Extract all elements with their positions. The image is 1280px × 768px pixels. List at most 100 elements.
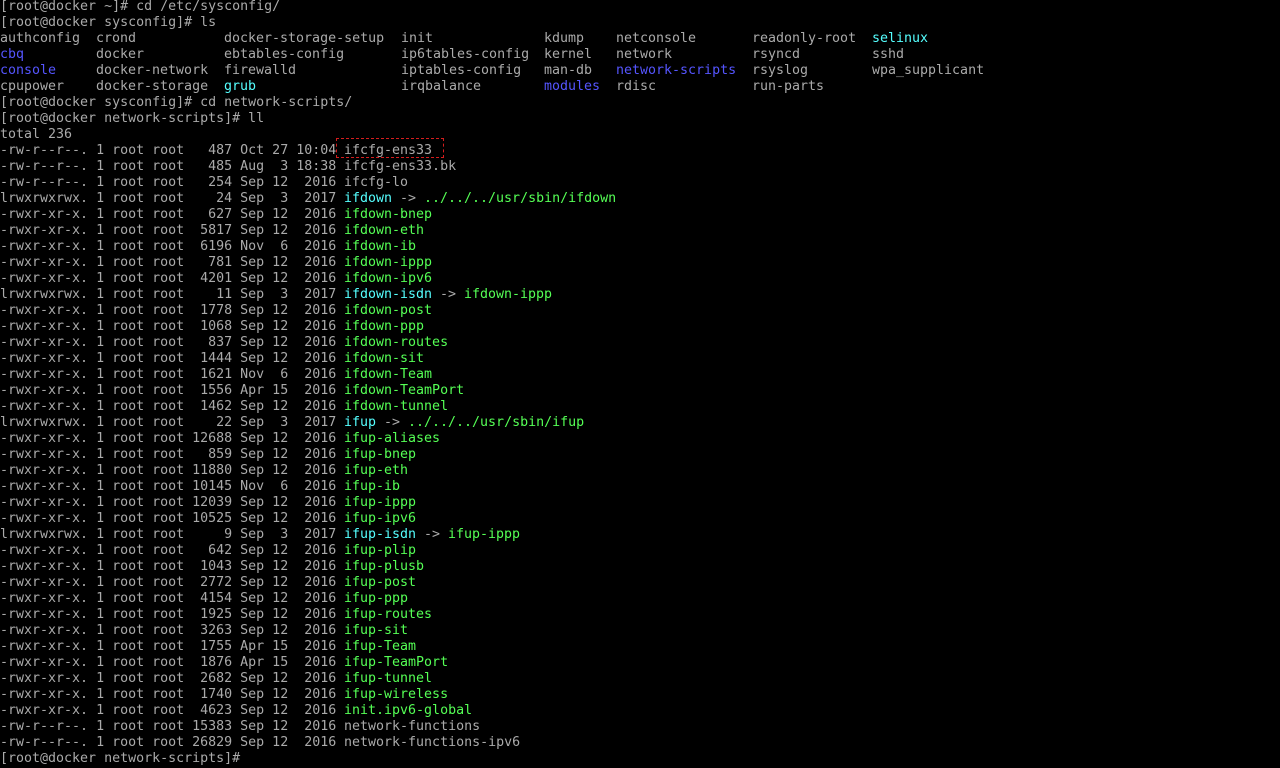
terminal-line: -rw-r--r--. 1 root root 15383 Sep 12 201… bbox=[0, 719, 1280, 735]
output-text: kernel bbox=[544, 47, 593, 62]
terminal-line: -rwxr-xr-x. 1 root root 2772 Sep 12 2016… bbox=[0, 575, 1280, 591]
output-text: -rwxr-xr-x. 1 root root 4623 Sep 12 2016 bbox=[0, 703, 345, 718]
executable-name: ifdown-post bbox=[344, 303, 433, 318]
output-text: iptables-config bbox=[401, 63, 522, 78]
output-text: -rwxr-xr-x. 1 root root 627 Sep 12 2016 bbox=[0, 207, 345, 222]
output-text: init bbox=[401, 31, 434, 46]
executable-name: ifup-ipv6 bbox=[344, 511, 417, 526]
output-text: ebtables-config bbox=[224, 47, 345, 62]
executable-name: ifdown-eth bbox=[344, 223, 425, 238]
executable-name: ifup-wireless bbox=[344, 687, 449, 702]
terminal-line: -rw-r--r--. 1 root root 254 Sep 12 2016 … bbox=[0, 175, 1280, 191]
executable-name: ifup-bnep bbox=[344, 447, 417, 462]
directory-name: console bbox=[0, 63, 57, 78]
output-text: readonly-root bbox=[752, 31, 857, 46]
terminal-line: -rwxr-xr-x. 1 root root 2682 Sep 12 2016… bbox=[0, 671, 1280, 687]
terminal-line: -rwxr-xr-x. 1 root root 1755 Apr 15 2016… bbox=[0, 639, 1280, 655]
output-text: -rwxr-xr-x. 1 root root 2772 Sep 12 2016 bbox=[0, 575, 345, 590]
output-text: -rwxr-xr-x. 1 root root 10145 Nov 6 2016 bbox=[0, 479, 345, 494]
executable-name: ifup-eth bbox=[344, 463, 409, 478]
executable-name: ifup-ippp bbox=[448, 527, 521, 542]
executable-name: ifdown-ippp bbox=[344, 255, 433, 270]
terminal-line: -rwxr-xr-x. 1 root root 12039 Sep 12 201… bbox=[0, 495, 1280, 511]
output-text: -rwxr-xr-x. 1 root root 1755 Apr 15 2016 bbox=[0, 639, 345, 654]
executable-name: ifup-plusb bbox=[344, 559, 425, 574]
terminal-line: -rwxr-xr-x. 1 root root 1925 Sep 12 2016… bbox=[0, 607, 1280, 623]
executable-name: ../../../usr/sbin/ifdown bbox=[424, 191, 617, 206]
executable-name: ifdown-ib bbox=[344, 239, 417, 254]
terminal-line: -rwxr-xr-x. 1 root root 1778 Sep 12 2016… bbox=[0, 303, 1280, 319]
terminal-window[interactable]: [root@docker ~]# cd /etc/sysconfig/[root… bbox=[0, 0, 1280, 768]
terminal-line: -rwxr-xr-x. 1 root root 859 Sep 12 2016 … bbox=[0, 447, 1280, 463]
output-text: -> bbox=[416, 527, 449, 542]
symlink-name: ifup bbox=[344, 415, 377, 430]
output-text: -rwxr-xr-x. 1 root root 4154 Sep 12 2016 bbox=[0, 591, 345, 606]
output-text: docker-storage bbox=[96, 79, 209, 94]
output-text: lrwxrwxrwx. 1 root root 24 Sep 3 2017 bbox=[0, 191, 345, 206]
executable-name: init.ipv6-global bbox=[344, 703, 473, 718]
executable-name: ifup-routes bbox=[344, 607, 433, 622]
output-text: man-db bbox=[544, 63, 593, 78]
symlink-name: ifdown bbox=[344, 191, 393, 206]
output-text: -rwxr-xr-x. 1 root root 2682 Sep 12 2016 bbox=[0, 671, 345, 686]
output-text: -rw-r--r--. 1 root root 487 Oct 27 10:04 bbox=[0, 143, 345, 158]
terminal-line: -rw-r--r--. 1 root root 485 Aug 3 18:38 … bbox=[0, 159, 1280, 175]
output-text: -rw-r--r--. 1 root root 15383 Sep 12 201… bbox=[0, 719, 345, 734]
terminal-line: [root@docker network-scripts]# ll bbox=[0, 111, 1280, 127]
output-text: network-functions-ipv6 bbox=[344, 735, 521, 750]
symlink-name: grub bbox=[224, 79, 257, 94]
terminal-line: -rwxr-xr-x. 1 root root 11880 Sep 12 201… bbox=[0, 463, 1280, 479]
executable-name: ifdown-bnep bbox=[344, 207, 433, 222]
output-text: rsyncd bbox=[752, 47, 801, 62]
terminal-line: [root@docker sysconfig]# ls bbox=[0, 15, 1280, 31]
terminal-line: -rwxr-xr-x. 1 root root 5817 Sep 12 2016… bbox=[0, 223, 1280, 239]
output-text: sshd bbox=[872, 47, 905, 62]
executable-name: ifdown-ppp bbox=[344, 319, 425, 334]
output-text: firewalld bbox=[224, 63, 297, 78]
terminal-line: [root@docker sysconfig]# cd network-scri… bbox=[0, 95, 1280, 111]
terminal-line: -rwxr-xr-x. 1 root root 1068 Sep 12 2016… bbox=[0, 319, 1280, 335]
output-text: docker-network bbox=[96, 63, 209, 78]
output-text: -rwxr-xr-x. 1 root root 1043 Sep 12 2016 bbox=[0, 559, 345, 574]
terminal-line: lrwxrwxrwx. 1 root root 24 Sep 3 2017 if… bbox=[0, 191, 1280, 207]
output-text: -> bbox=[376, 415, 409, 430]
terminal-line: -rwxr-xr-x. 1 root root 1462 Sep 12 2016… bbox=[0, 399, 1280, 415]
output-text: -rwxr-xr-x. 1 root root 1740 Sep 12 2016 bbox=[0, 687, 345, 702]
terminal-line: console docker-network firewalld iptables-c… bbox=[0, 63, 1280, 79]
output-text: -rwxr-xr-x. 1 root root 1778 Sep 12 2016 bbox=[0, 303, 345, 318]
symlink-name: ifup-isdn bbox=[344, 527, 417, 542]
executable-name: ifup-ppp bbox=[344, 591, 409, 606]
output-text: authconfig bbox=[0, 31, 81, 46]
executable-name: ../../../usr/sbin/ifup bbox=[408, 415, 585, 430]
output-text: irqbalance bbox=[401, 79, 482, 94]
terminal-line: cpupower docker-storage grub irqbalance modu… bbox=[0, 79, 1280, 95]
output-text: ifcfg-ens33 bbox=[344, 143, 433, 158]
terminal-line: -rwxr-xr-x. 1 root root 12688 Sep 12 201… bbox=[0, 431, 1280, 447]
terminal-line: -rwxr-xr-x. 1 root root 4201 Sep 12 2016… bbox=[0, 271, 1280, 287]
output-text: -> bbox=[432, 287, 465, 302]
output-text: kdump bbox=[544, 31, 585, 46]
terminal-line: -rwxr-xr-x. 1 root root 1043 Sep 12 2016… bbox=[0, 559, 1280, 575]
executable-name: ifdown-tunnel bbox=[344, 399, 449, 414]
terminal-line: -rwxr-xr-x. 1 root root 642 Sep 12 2016 … bbox=[0, 543, 1280, 559]
terminal-line: -rw-r--r--. 1 root root 26829 Sep 12 201… bbox=[0, 735, 1280, 751]
executable-name: ifup-aliases bbox=[344, 431, 441, 446]
output-text: -rw-r--r--. 1 root root 26829 Sep 12 201… bbox=[0, 735, 345, 750]
output-text: -rwxr-xr-x. 1 root root 12688 Sep 12 201… bbox=[0, 431, 345, 446]
terminal-line: lrwxrwxrwx. 1 root root 22 Sep 3 2017 if… bbox=[0, 415, 1280, 431]
output-text: cpupower bbox=[0, 79, 65, 94]
shell-prompt: [root@docker ~]# cd /etc/sysconfig/ bbox=[0, 0, 281, 14]
executable-name: ifdown-TeamPort bbox=[344, 383, 465, 398]
terminal-line: -rwxr-xr-x. 1 root root 837 Sep 12 2016 … bbox=[0, 335, 1280, 351]
output-text: -rwxr-xr-x. 1 root root 781 Sep 12 2016 bbox=[0, 255, 345, 270]
output-text: -rwxr-xr-x. 1 root root 1556 Apr 15 2016 bbox=[0, 383, 345, 398]
shell-prompt: [root@docker network-scripts]# ll bbox=[0, 111, 265, 126]
executable-name: ifdown-Team bbox=[344, 367, 433, 382]
output-text: docker bbox=[96, 47, 145, 62]
output-text: -rwxr-xr-x. 1 root root 10525 Sep 12 201… bbox=[0, 511, 345, 526]
output-text: -rwxr-xr-x. 1 root root 1462 Sep 12 2016 bbox=[0, 399, 345, 414]
executable-name: ifup-plip bbox=[344, 543, 417, 558]
output-text: ifcfg-ens33.bk bbox=[344, 159, 457, 174]
output-text: lrwxrwxrwx. 1 root root 11 Sep 3 2017 bbox=[0, 287, 345, 302]
terminal-line: [root@docker ~]# cd /etc/sysconfig/ bbox=[0, 0, 1280, 15]
